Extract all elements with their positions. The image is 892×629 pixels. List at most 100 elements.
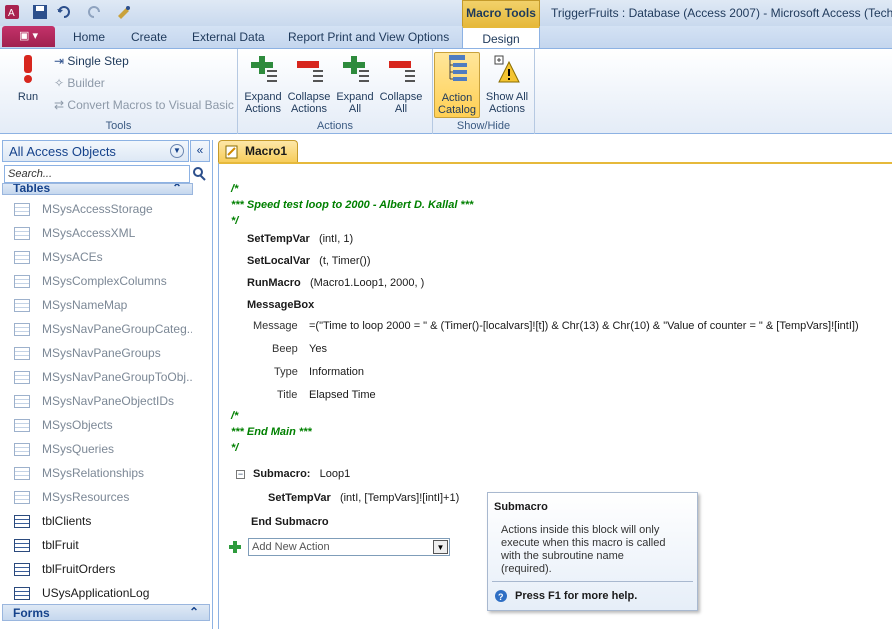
list-item[interactable]: MSysNavPaneGroups [4,341,192,365]
search-icon[interactable] [190,165,208,183]
single-step-label: Single Step [67,54,129,68]
collapse-all-label-1: Collapse [379,91,423,103]
action-args: (intI, [TempVars]![intI]+1) [339,492,460,504]
single-step-button[interactable]: ⇥ Single Step [54,54,129,68]
actions-group-label: Actions [316,120,354,132]
comment-line: /* [231,183,239,195]
collapse-all-button[interactable]: Collapse All [378,52,424,115]
action-name: SetTempVar [268,492,331,504]
collapse-minus-icon[interactable]: − [236,470,245,479]
table-icon [14,419,30,432]
collapse-group-icon: ⌃ [188,605,199,619]
list-item[interactable]: USysApplicationLog [4,581,192,605]
list-item-label: tblFruitOrders [42,562,116,576]
list-item[interactable]: MSysAccessXML [4,221,192,245]
tab-external-data[interactable]: External Data [192,30,265,44]
list-item-label: MSysObjects [42,418,113,432]
action-setlocalvar[interactable]: SetLocalVar (t, Timer()) [247,255,370,267]
list-item[interactable]: MSysACEs [4,245,192,269]
window-title: TriggerFruits : Database (Access 2007) -… [551,6,892,20]
add-plus-icon[interactable] [228,540,242,554]
list-item[interactable]: MSysNavPaneGroupToObj... [4,365,192,389]
run-exclamation-icon [24,55,32,83]
nav-search-input[interactable]: Search... [4,165,190,183]
tooltip-body-line: execute when this macro is called [501,537,666,549]
list-item[interactable]: MSysAccessStorage [4,197,192,221]
undo-icon[interactable] [56,4,72,20]
submacro-header[interactable]: − Submacro: Loop1 [236,468,350,480]
table-icon [14,299,30,312]
list-item[interactable]: tblFruit [4,533,192,557]
double-chevron-left-icon: « [196,143,204,157]
shutter-bar-collapse-button[interactable]: « [190,140,210,162]
nav-group-forms-label: Forms [13,606,50,620]
action-catalog-button[interactable]: Action Catalog [434,52,480,118]
customize-qat-icon[interactable] [116,4,132,20]
action-messagebox[interactable]: MessageBox [247,299,314,311]
table-icon [14,467,30,480]
comment-line: /* [231,410,239,422]
office-menu-icon: ▣ ▾ [19,30,38,42]
nav-menu-chevron-icon[interactable]: ▼ [170,144,184,158]
arg-value-message[interactable]: =("Time to loop 2000 = " & (Timer()-[loc… [309,320,889,332]
arg-value-type[interactable]: Information [309,366,364,378]
table-icon [14,275,30,288]
table-icon [14,227,30,240]
tab-report-print-view-options[interactable]: Report Print and View Options [288,30,449,44]
list-item[interactable]: MSysResources [4,485,192,509]
comment-line: *** End Main *** [231,426,312,438]
list-item[interactable]: MSysObjects [4,413,192,437]
table-icon [14,443,30,456]
end-submacro[interactable]: End Submacro [251,516,329,528]
show-all-actions-label-2: Actions [488,103,526,115]
nav-group-tables[interactable]: Tables ⌃ [2,183,193,195]
svg-text:A: A [8,8,15,19]
expand-actions-label-1: Expand [244,91,282,103]
file-button[interactable]: ▣ ▾ [2,26,55,47]
list-item-label: MSysResources [42,490,130,504]
table-icon [14,539,30,552]
nav-group-forms[interactable]: Forms ⌃ [2,604,210,621]
access-app-icon[interactable]: A [4,4,20,20]
list-item[interactable]: MSysNavPaneGroupCateg... [4,317,192,341]
run-button[interactable]: Run [10,52,46,103]
action-runmacro[interactable]: RunMacro (Macro1.Loop1, 2000, ) [247,277,424,289]
navigation-pane: All Access Objects ▼ « Search... Tables ⌃ … [0,140,213,629]
list-item[interactable]: MSysQueries [4,437,192,461]
tab-home[interactable]: Home [73,30,105,44]
macro-icon [225,145,238,159]
tab-design[interactable]: Design [462,26,540,49]
show-all-actions-button[interactable]: Show All Actions [482,52,532,115]
save-icon[interactable] [32,4,48,20]
tab-create[interactable]: Create [131,30,167,44]
arg-value-beep[interactable]: Yes [309,343,327,355]
list-item-label: USysApplicationLog [42,586,150,600]
redo-icon[interactable] [86,4,102,20]
action-settempvar-loop[interactable]: SetTempVar (intI, [TempVars]![intI]+1) [268,492,459,504]
table-icon [14,587,30,600]
nav-pane-header[interactable]: All Access Objects ▼ [2,140,189,162]
add-new-action-select[interactable]: Add New Action ▼ [248,538,450,556]
tab-macro1[interactable]: Macro1 [218,140,298,162]
action-name: RunMacro [247,277,301,289]
collapse-actions-label-1: Collapse [287,91,331,103]
action-settempvar[interactable]: SetTempVar (intI, 1) [247,233,353,245]
list-item[interactable]: MSysComplexColumns [4,269,192,293]
list-item[interactable]: MSysNavPaneObjectIDs [4,389,192,413]
list-item-label: MSysNavPaneGroups [42,346,161,360]
list-item[interactable]: MSysRelationships [4,461,192,485]
arg-value-title[interactable]: Elapsed Time [309,389,376,401]
convert-icon: ⇄ [54,98,65,112]
dropdown-arrow-icon[interactable]: ▼ [433,540,448,554]
list-item[interactable]: tblFruitOrders [4,557,192,581]
ribbon-group-actions: Expand Actions Collapse Actions Expand A… [238,49,433,134]
list-item[interactable]: MSysNameMap [4,293,192,317]
expand-all-button[interactable]: Expand All [334,52,376,115]
expand-actions-icon [251,56,277,82]
list-item[interactable]: tblClients [4,509,192,533]
list-item-label: MSysAccessXML [42,226,136,240]
collapse-actions-button[interactable]: Collapse Actions [286,52,332,115]
builder-button[interactable]: ✧ Builder [54,76,105,90]
expand-actions-button[interactable]: Expand Actions [242,52,284,115]
convert-macros-button[interactable]: ⇄ Convert Macros to Visual Basic [54,98,234,112]
